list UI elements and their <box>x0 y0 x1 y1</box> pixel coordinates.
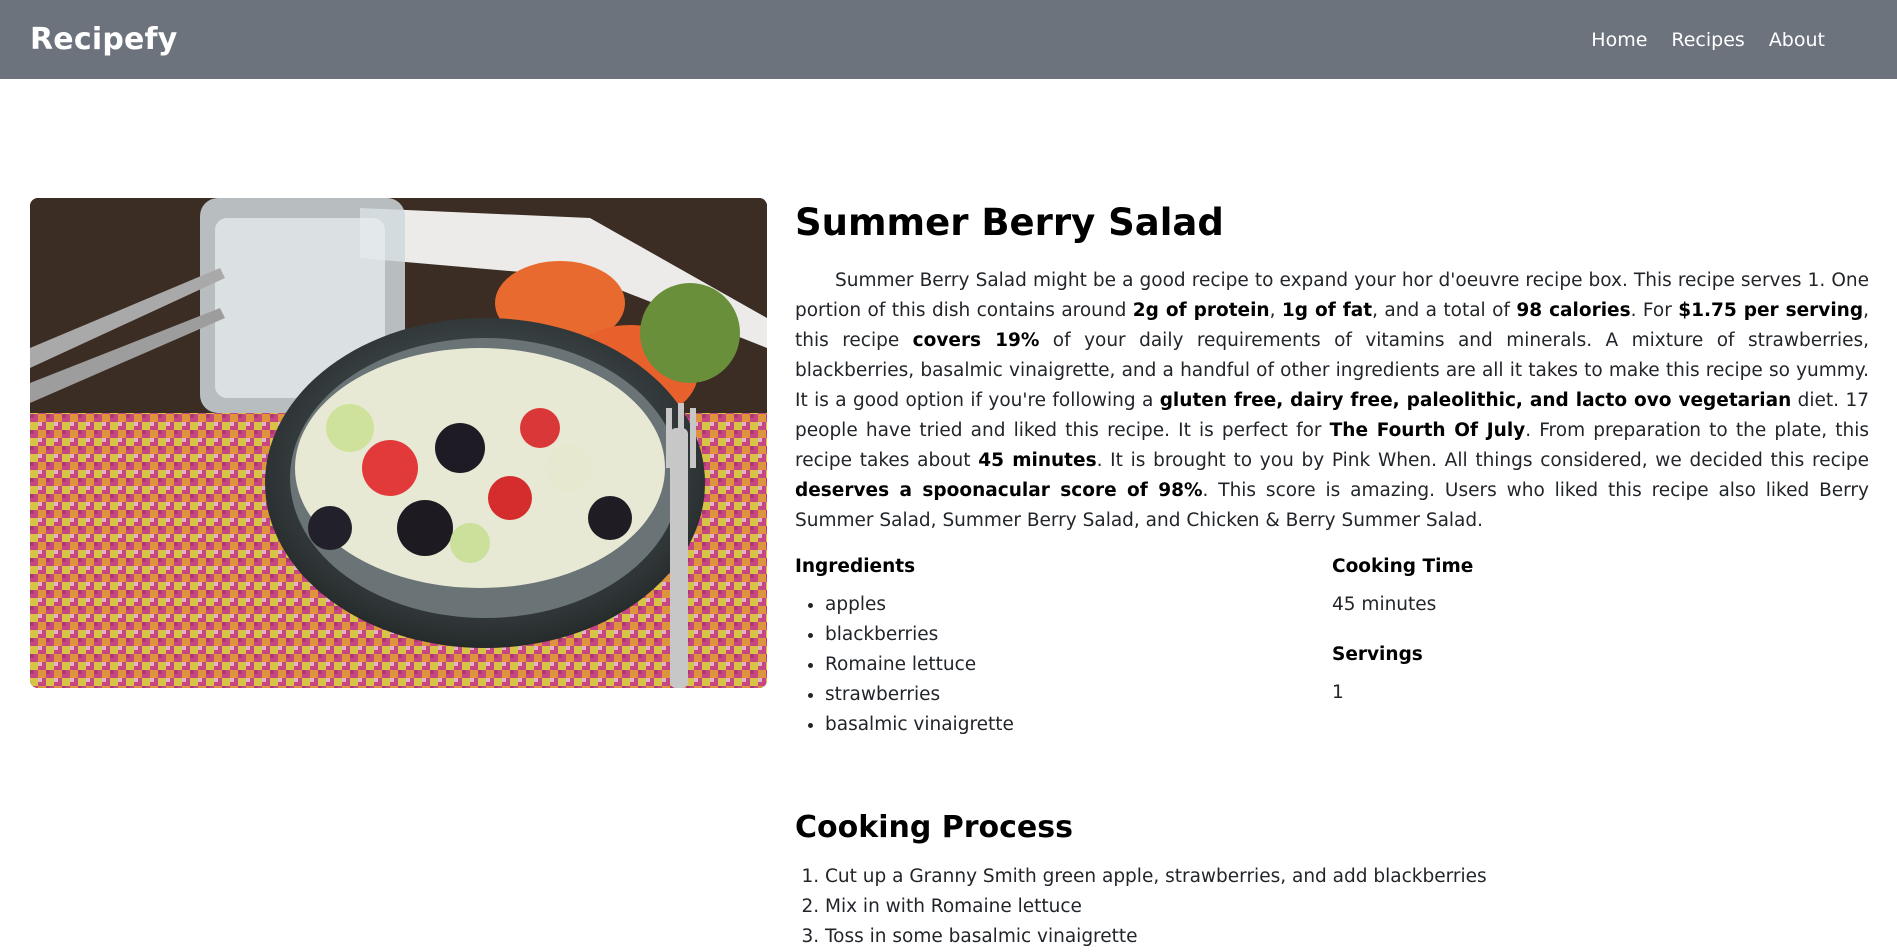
ingredient-item: apples <box>825 590 1332 620</box>
summary-occasion: The Fourth Of July <box>1329 420 1526 441</box>
cooking-step: Toss in some basalmic vinaigrette <box>825 922 1869 952</box>
summary-text: , <box>1269 300 1282 321</box>
cooking-step: Mix in with Romaine lettuce <box>825 892 1869 922</box>
ingredients-list: apples blackberries Romaine lettuce stra… <box>795 590 1332 740</box>
navbar: Recipefy Home Recipes About <box>0 0 1897 79</box>
brand-logo[interactable]: Recipefy <box>30 22 178 57</box>
nav-link-about[interactable]: About <box>1757 29 1837 51</box>
cooking-step: Cut up a Granny Smith green apple, straw… <box>825 862 1869 892</box>
summary-text: , and a total of <box>1372 300 1517 321</box>
cooking-process-heading: Cooking Process <box>795 810 1073 845</box>
summary-text: . It is brought to you by Pink When. All… <box>1096 450 1870 471</box>
ingredient-item: basalmic vinaigrette <box>825 710 1332 740</box>
ingredients-section: Ingredients apples blackberries Romaine … <box>795 554 1332 740</box>
summary-text: . For <box>1630 300 1679 321</box>
servings-heading: Servings <box>1332 644 1423 665</box>
summary-time: 45 minutes <box>978 450 1097 471</box>
recipe-content: Summer Berry Salad Summer Berry Salad mi… <box>795 198 1869 952</box>
ingredients-heading: Ingredients <box>795 556 916 577</box>
meta-section: Cooking Time 45 minutes Servings 1 <box>1332 554 1869 740</box>
ingredient-item: Romaine lettuce <box>825 650 1332 680</box>
recipe-summary: Summer Berry Salad might be a good recip… <box>795 266 1869 536</box>
cooking-time-heading: Cooking Time <box>1332 556 1474 577</box>
summary-diets: gluten free, dairy free, paleolithic, an… <box>1159 390 1792 411</box>
summary-price: $1.75 per serving <box>1678 300 1864 321</box>
summary-fat: 1g of fat <box>1281 300 1373 321</box>
cooking-steps-list: Cut up a Granny Smith green apple, straw… <box>795 862 1869 952</box>
ingredient-item: strawberries <box>825 680 1332 710</box>
recipe-details: Ingredients apples blackberries Romaine … <box>795 554 1869 740</box>
nav-links: Home Recipes About <box>1579 29 1837 51</box>
recipe-title: Summer Berry Salad <box>795 201 1224 244</box>
servings-value: 1 <box>1332 682 1344 703</box>
recipe-image <box>30 198 767 688</box>
summary-score: deserves a spoonacular score of 98% <box>795 480 1203 501</box>
summary-protein: 2g of protein <box>1132 300 1270 321</box>
summary-calories: 98 calories <box>1516 300 1631 321</box>
nav-link-recipes[interactable]: Recipes <box>1659 29 1756 51</box>
summary-coverage: covers 19% <box>912 330 1040 351</box>
ingredient-item: blackberries <box>825 620 1332 650</box>
cooking-time-value: 45 minutes <box>1332 594 1437 615</box>
nav-link-home[interactable]: Home <box>1579 29 1659 51</box>
